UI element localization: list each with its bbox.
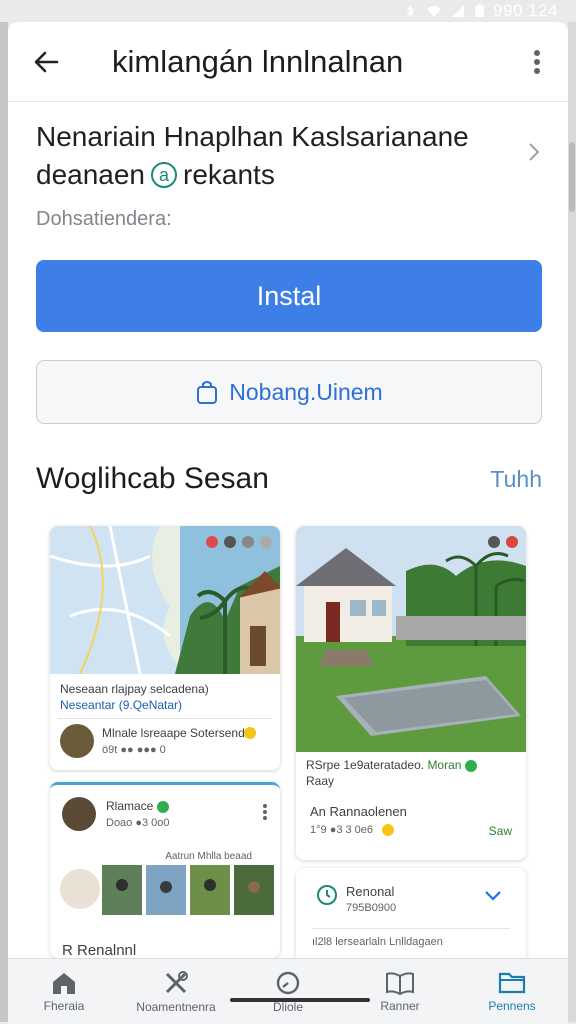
house-card[interactable]: RSrpe 1e9ateratadeo. Moran Raay An Ranna… [296, 526, 526, 860]
record-icon [506, 536, 518, 548]
profile-stats: Doao ●3 0o0 [106, 817, 170, 829]
card-overlay-icons [206, 536, 272, 548]
peek-card: R Renalnnl [50, 940, 280, 958]
reminder-card[interactable]: Renonal 795B0900 ıl2l8 lersearlaln Lnlld… [296, 868, 526, 958]
app-sheet: kimlangán lnnlnalnan Nenariain Hnaplhan … [8, 22, 568, 1024]
record-icon [206, 536, 218, 548]
nav-label: Pennens [488, 998, 536, 1013]
back-button[interactable] [24, 40, 68, 84]
card-caption-text: RSrpe 1e9ateratadeo. [306, 758, 425, 772]
emoji-icon [244, 727, 256, 739]
folder-icon [498, 972, 526, 993]
nav-item-folder[interactable]: Pennens [456, 959, 568, 1024]
card-caption: RSrpe 1e9ateratadeo. Moran [306, 758, 477, 772]
nav-item-clock[interactable]: Dliole [232, 959, 344, 1024]
section-see-all-link[interactable]: Tuhh [490, 466, 542, 493]
map-card[interactable]: Neseaan rlajpay selcadena) Neseantar (9.… [50, 526, 280, 770]
nav-item-tools[interactable]: Noamentnenra [120, 959, 232, 1024]
battery-icon [475, 4, 484, 18]
profile-name-text: Rlamace [106, 799, 154, 813]
more-vert-icon [534, 49, 540, 74]
bag-icon [197, 381, 218, 404]
profile-name: Rlamace [106, 799, 169, 813]
wifi-icon [427, 6, 442, 17]
nav-label: Noamentnenra [136, 999, 216, 1014]
app-info-subtitle-rest: rekants [183, 159, 275, 190]
card-overlay-icons [488, 536, 518, 548]
app-info-meta: Dohsatiendera: [36, 208, 172, 230]
clock-icon [276, 971, 300, 994]
app-info-subtitle-text: deanaen [36, 159, 146, 190]
tools-icon [165, 970, 188, 993]
app-info[interactable]: Nenariain Hnaplhan Kaslsarianane deanaen… [8, 102, 568, 231]
badge-icon: a [151, 162, 178, 188]
section-header: Woglihcab Sesan Tuhh [36, 462, 542, 496]
card-divider [58, 718, 272, 719]
app-info-subtitle: deanaen a rekants [36, 156, 540, 194]
back-arrow-icon [34, 51, 59, 72]
card-line: Neseantar (9.QeNatar) [60, 698, 183, 712]
bottom-nav: Fheraia Noamentnenra Dliole Ranner Penne… [8, 958, 568, 1024]
chevron-right-icon [529, 143, 540, 161]
reminder-footer: ıl2l8 lersearlaln Lnlldagaen [312, 936, 443, 948]
status-bar: 990 124 [0, 0, 576, 22]
status-icon [242, 536, 254, 548]
bluetooth-icon [406, 4, 414, 18]
nav-label: Ranner [380, 998, 420, 1013]
home-icon [53, 972, 75, 994]
status-icon [488, 536, 500, 548]
card-line: Neseaan rlajpay selcadena) [60, 682, 209, 696]
peek-title: R Renalnnl [62, 942, 137, 958]
card-stats: 1°9 ●3 3 0e6 [310, 824, 374, 836]
profile-card[interactable]: Rlamace Doao ●3 0o0 Aatrun Mhlla beaad [50, 782, 280, 958]
more-vert-icon[interactable] [262, 803, 268, 821]
page-title: kimlangán lnnlnalnan [112, 43, 404, 79]
status-time: 990 124 [493, 1, 558, 20]
emoji-icon [382, 824, 394, 836]
house-image [296, 526, 526, 752]
scrollbar-track [568, 22, 576, 1022]
home-indicator[interactable] [230, 998, 370, 1002]
clock-icon [317, 885, 337, 905]
strip-label: Aatrun Mhlla beaad [165, 851, 252, 862]
background-strip [0, 22, 8, 1022]
card-title: An Rannaolenen [310, 804, 407, 819]
nav-item-book[interactable]: Ranner [344, 959, 456, 1024]
reminder-sub: 795B0900 [346, 902, 397, 914]
nav-label: Fheraia [43, 998, 85, 1013]
avatar [62, 797, 96, 831]
app-bar: kimlangán lnnlnalnan [8, 22, 568, 102]
chevron-down-icon[interactable] [484, 890, 502, 902]
card-divider [312, 928, 510, 929]
map-image [50, 526, 280, 674]
check-icon [464, 759, 477, 772]
status-icon [224, 536, 236, 548]
status-icon [260, 536, 272, 548]
card-caption-green: Moran [427, 758, 462, 772]
install-button[interactable]: Instal [36, 260, 542, 332]
secondary-button[interactable]: Nobang.Uinem [36, 360, 542, 424]
photo-strip [102, 865, 274, 915]
card-caption: Raay [306, 774, 335, 788]
verified-icon [156, 800, 169, 813]
card-stats: ö9t ●● ●●● 0 [102, 744, 166, 756]
avatar [60, 724, 94, 758]
section-title: Woglihcab Sesan [36, 462, 269, 495]
user-line: Mlnale lsreaape Sotersend [102, 726, 245, 740]
app-info-title: Nenariain Hnaplhan Kaslsarianane [36, 121, 469, 152]
reminder-title: Renonal [346, 884, 395, 899]
more-options-button[interactable] [522, 40, 552, 84]
save-link[interactable]: Saw [489, 824, 512, 838]
install-button-label: Instal [256, 280, 322, 311]
nav-item-home[interactable]: Fheraia [8, 959, 120, 1024]
book-icon [386, 971, 414, 995]
avatar [58, 867, 102, 911]
scrollbar-thumb[interactable] [569, 142, 575, 212]
signal-icon [452, 5, 465, 17]
secondary-button-label: Nobang.Uinem [229, 378, 383, 405]
